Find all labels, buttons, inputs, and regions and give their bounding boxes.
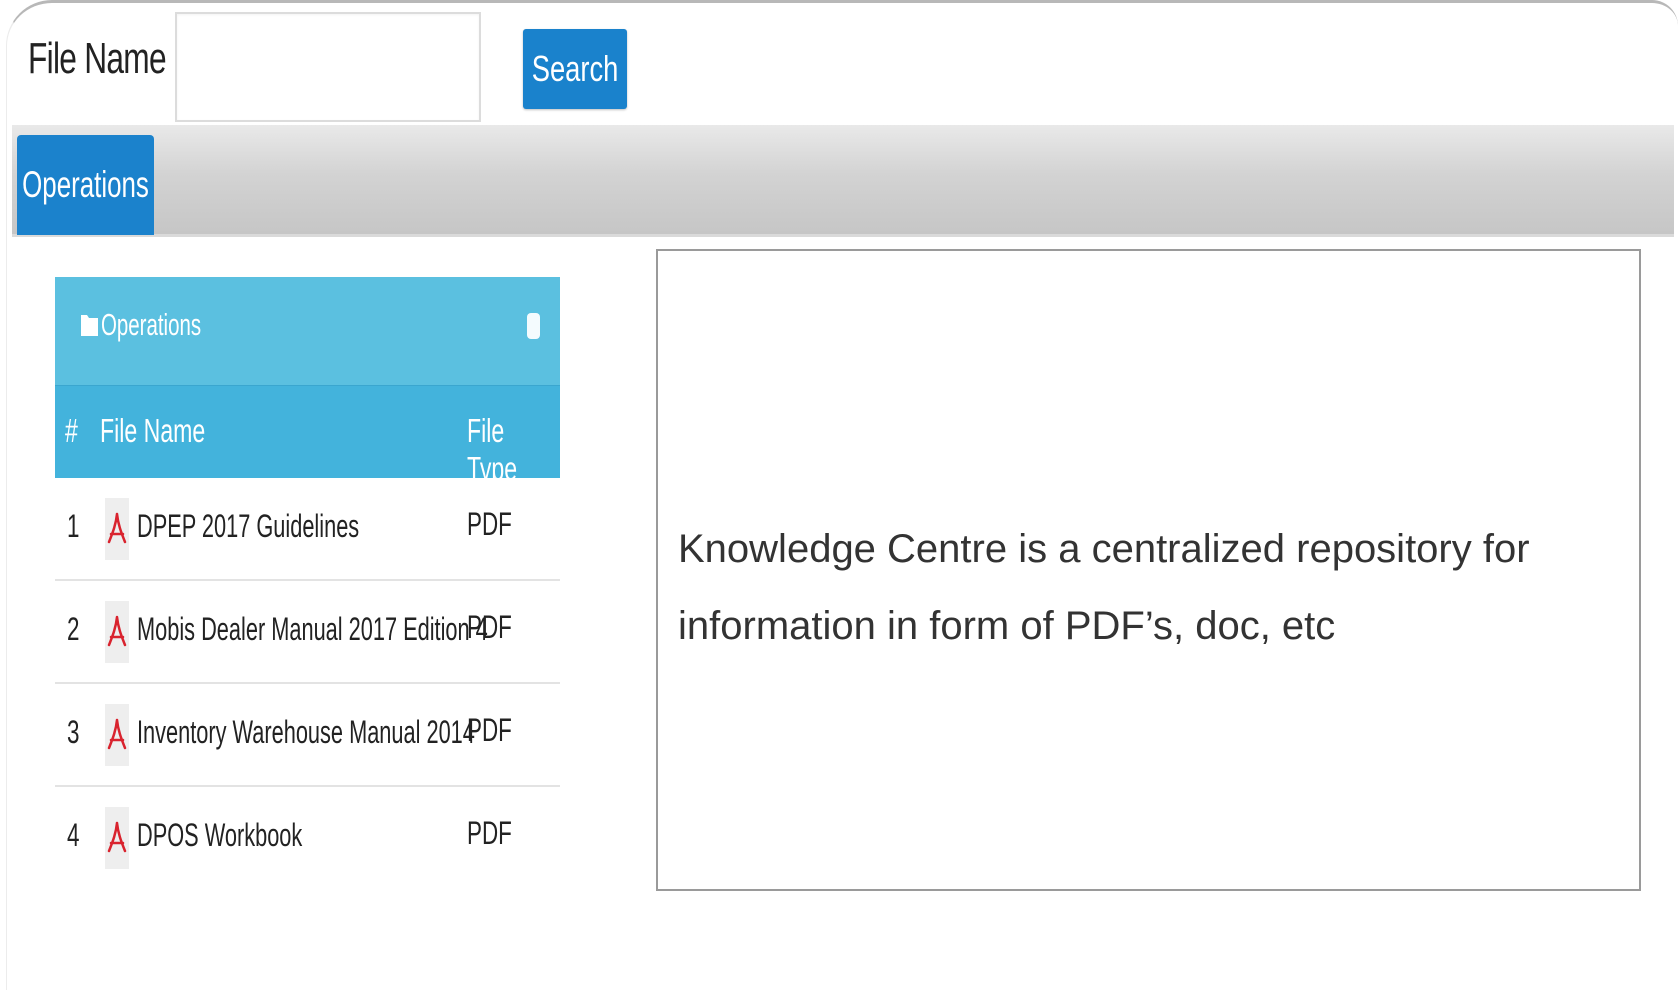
file-name-link[interactable]: Mobis Dealer Manual 2017 Edition 4 xyxy=(137,611,488,648)
table-row[interactable]: 2 Mobis Dealer Manual 2017 Edition 4 PDF xyxy=(55,581,560,684)
tab-operations[interactable]: Operations xyxy=(17,135,154,235)
table-row[interactable]: 3 Inventory Warehouse Manual 2014 PDF xyxy=(55,684,560,787)
table-header: # File Name File Type xyxy=(55,385,560,487)
file-name-search-input[interactable] xyxy=(175,12,481,122)
search-button-label: Search xyxy=(531,48,619,89)
row-number: 3 xyxy=(67,714,80,750)
file-type: PDF xyxy=(467,506,512,542)
table-row[interactable]: 1 DPEP 2017 Guidelines PDF xyxy=(55,478,560,581)
pdf-icon xyxy=(105,498,129,560)
file-type: PDF xyxy=(467,815,512,851)
column-header-file-type[interactable]: File Type xyxy=(467,412,532,488)
operations-panel: Operations # File Name File Type 1 DPEP … xyxy=(55,277,560,875)
file-name-link[interactable]: DPOS Workbook xyxy=(137,817,302,854)
panel-title: Operations xyxy=(101,307,202,342)
collapse-icon[interactable] xyxy=(527,313,540,339)
pdf-icon xyxy=(105,704,129,766)
tab-bar: Operations xyxy=(12,125,1674,237)
search-button[interactable]: Search xyxy=(523,29,627,109)
folder-icon xyxy=(81,315,98,336)
pdf-icon xyxy=(105,601,129,663)
file-name-label: File Name xyxy=(28,34,167,83)
panel-header: Operations xyxy=(55,277,560,385)
table-row[interactable]: 4 DPOS Workbook PDF xyxy=(55,787,560,890)
file-type: PDF xyxy=(467,609,512,645)
pdf-icon xyxy=(105,807,129,869)
file-name-link[interactable]: DPEP 2017 Guidelines xyxy=(137,508,359,545)
row-number: 2 xyxy=(67,611,80,647)
row-number: 1 xyxy=(67,508,80,544)
tab-operations-label: Operations xyxy=(22,164,149,205)
info-box: Knowledge Centre is a centralized reposi… xyxy=(656,249,1641,891)
column-header-file-name[interactable]: File Name xyxy=(100,412,205,450)
row-number: 4 xyxy=(67,817,80,853)
column-header-number: # xyxy=(65,412,78,449)
info-description: Knowledge Centre is a centralized reposi… xyxy=(678,527,1530,648)
file-type: PDF xyxy=(467,712,512,748)
file-name-link[interactable]: Inventory Warehouse Manual 2014 xyxy=(137,714,475,751)
